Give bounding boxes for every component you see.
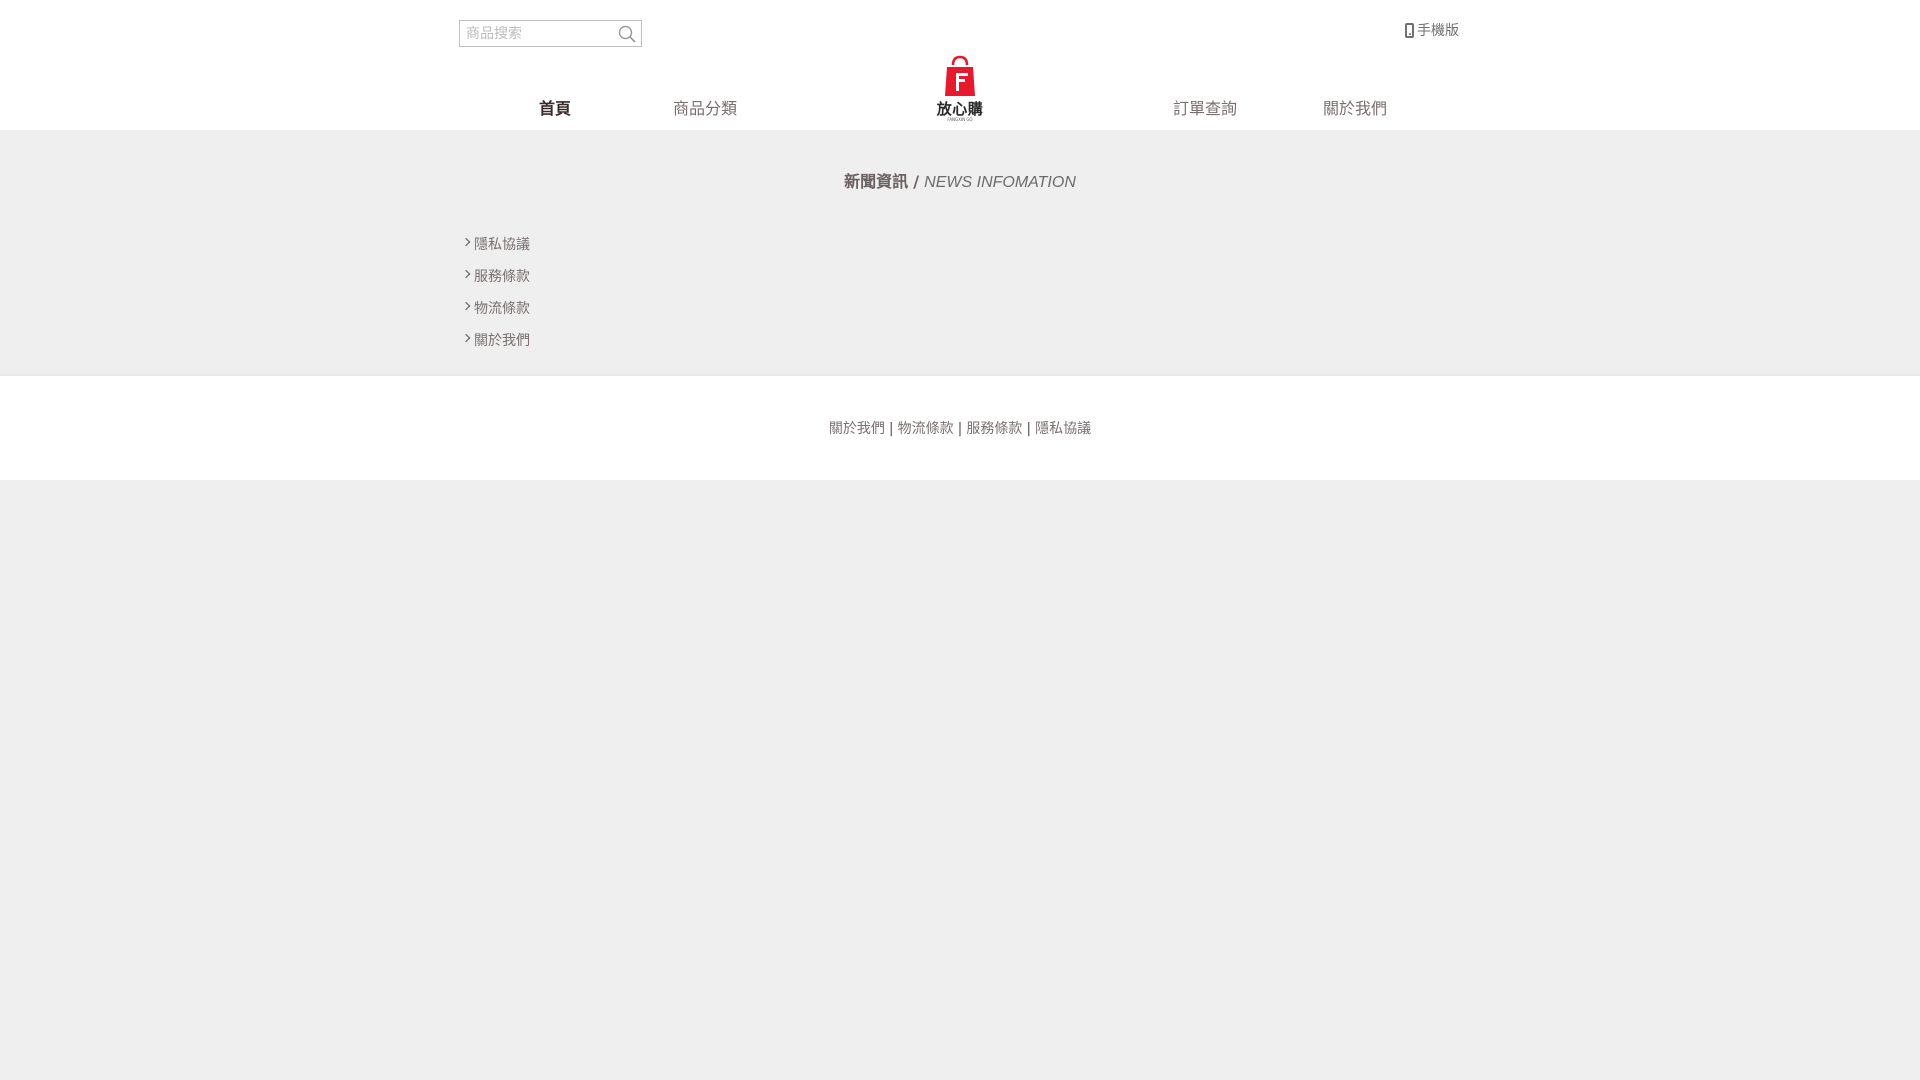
search-input[interactable] [460,21,610,46]
search-box [459,20,642,47]
chevron-right-icon [461,301,471,311]
footer-link-about[interactable]: 關於我們 [829,421,885,437]
footer-separator: | [1026,421,1032,437]
shopping-bag-logo-icon [945,55,975,96]
footer-links: 關於我們 | 物流條款 | 服務條款 | 隱私協議 [0,418,1920,438]
page-title-en: NEWS INFOMATION [924,174,1076,191]
logo-subtext: FANGXIN GO [947,117,973,122]
chevron-right-icon [461,333,471,343]
nav-categories[interactable]: 商品分類 [673,95,737,119]
page-title-separator: / [913,172,920,191]
page-title-zh: 新聞資訊 [844,172,909,191]
site-footer: 關於我們 | 物流條款 | 服務條款 | 隱私協議 [0,376,1920,480]
side-link-list: 隱私協議 服務條款 物流條款 關於我們 [461,234,530,362]
footer-link-logistics-terms[interactable]: 物流條款 [898,421,954,437]
mobile-version-link[interactable]: 手機版 [1405,20,1459,40]
logo-text: 放心購 [936,100,984,118]
footer-link-privacy[interactable]: 隱私協議 [1035,421,1091,437]
site-logo[interactable]: 放心購 FANGXIN GO [930,55,990,125]
mobile-version-label: 手機版 [1417,23,1459,39]
side-link-label: 關於我們 [474,333,530,349]
nav-home[interactable]: 首頁 [539,95,571,119]
side-link-service-terms[interactable]: 服務條款 [461,266,530,298]
side-link-label: 服務條款 [474,269,530,285]
footer-separator: | [957,421,963,437]
side-link-logistics-terms[interactable]: 物流條款 [461,298,530,330]
side-link-privacy[interactable]: 隱私協議 [461,234,530,266]
chevron-right-icon [461,269,471,279]
chevron-right-icon [461,237,471,247]
side-link-label: 物流條款 [474,301,530,317]
nav-about[interactable]: 關於我們 [1323,95,1387,119]
side-link-about[interactable]: 關於我們 [461,330,530,362]
phone-icon [1405,22,1414,38]
search-icon[interactable] [617,24,637,44]
footer-separator: | [888,421,894,437]
footer-link-service-terms[interactable]: 服務條款 [966,421,1022,437]
page-title: 新聞資訊 / NEWS INFOMATION [0,168,1920,192]
side-link-label: 隱私協議 [474,237,530,253]
site-header: 手機版 首頁 商品分類 放心購 FANGXIN GO 訂單查詢 關於我們 [0,0,1920,130]
nav-order-query[interactable]: 訂單查詢 [1173,95,1237,119]
